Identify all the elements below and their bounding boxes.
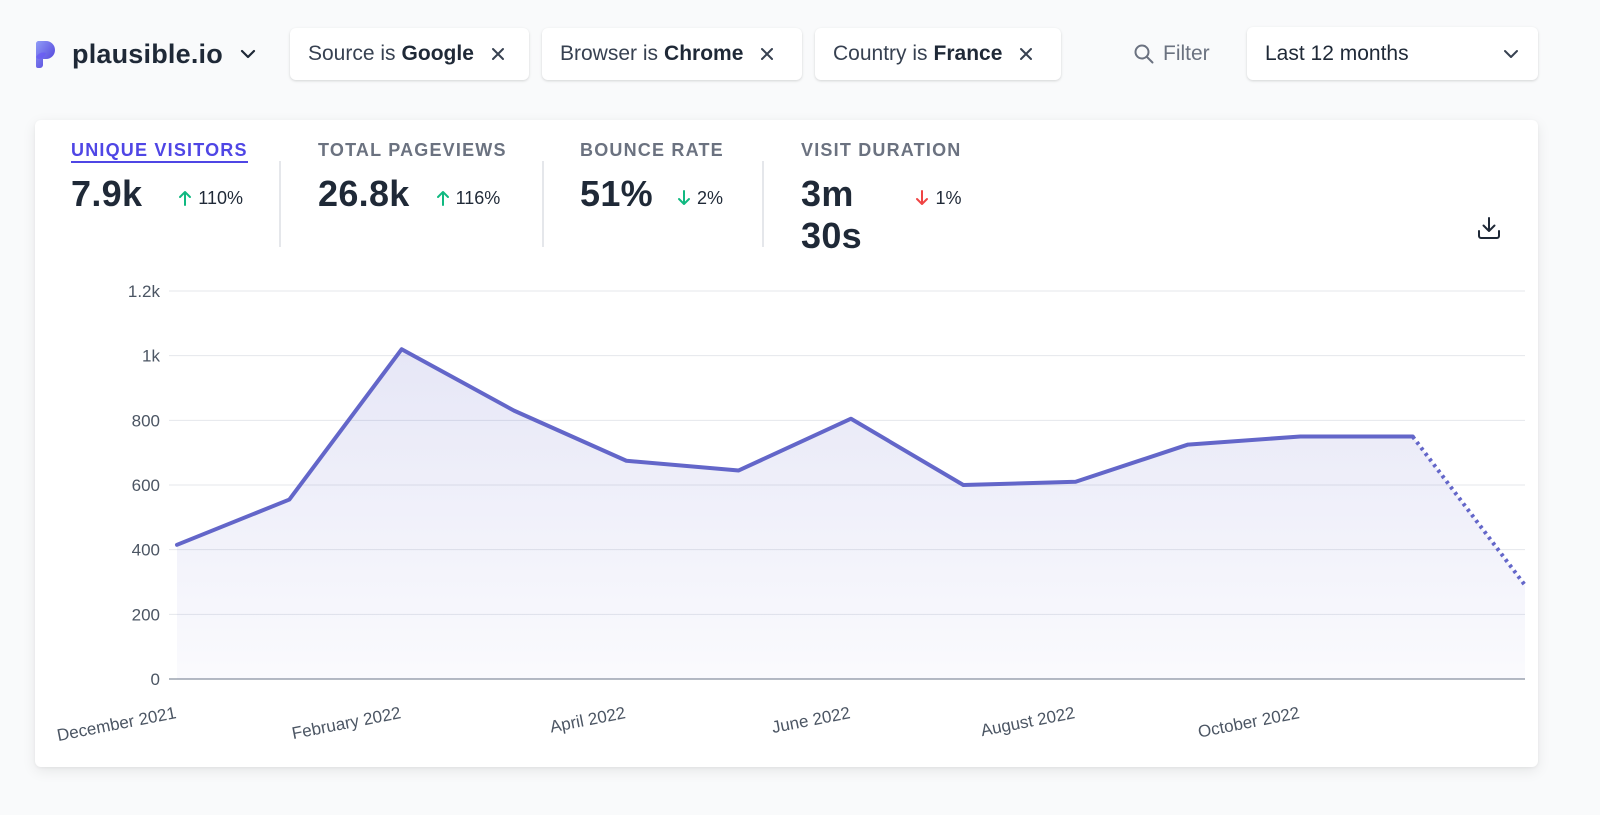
filter-value: Google <box>401 42 474 65</box>
y-tick-label: 600 <box>132 476 160 495</box>
x-tick-label: June 2022 <box>770 703 852 737</box>
period-picker[interactable]: Last 12 months <box>1247 27 1538 80</box>
y-tick-label: 1.2k <box>128 282 161 301</box>
filter-pill-browser[interactable]: Browser is Chrome <box>542 28 802 80</box>
chevron-down-icon <box>1504 49 1518 58</box>
plausible-logo-icon <box>35 41 55 68</box>
y-tick-label: 800 <box>132 411 160 430</box>
close-icon[interactable] <box>1018 46 1034 62</box>
x-tick-label: October 2022 <box>1196 703 1301 741</box>
filter-prefix: Source is <box>308 42 396 65</box>
site-name: plausible.io <box>72 38 223 69</box>
search-icon <box>1134 44 1154 64</box>
filter-button[interactable]: Filter <box>1133 34 1210 74</box>
chevron-down-icon <box>240 49 256 59</box>
main-graph-card: UNIQUE VISITORS 7.9k 110% TOTAL PAGEVIEW… <box>35 120 1538 767</box>
y-tick-label: 200 <box>132 605 160 624</box>
close-icon[interactable] <box>490 46 506 62</box>
y-tick-label: 1k <box>142 347 160 366</box>
filter-pill-country[interactable]: Country is France <box>815 28 1061 80</box>
y-tick-label: 0 <box>151 670 160 689</box>
close-icon[interactable] <box>759 46 775 62</box>
top-bar: plausible.io Source is Google Browser is… <box>0 0 1600 110</box>
filter-prefix: Country is <box>833 42 928 65</box>
x-tick-label: April 2022 <box>548 703 627 736</box>
site-switcher[interactable]: plausible.io <box>34 34 257 74</box>
y-tick-label: 400 <box>132 541 160 560</box>
x-tick-label: February 2022 <box>290 703 402 743</box>
filter-pill-source[interactable]: Source is Google <box>290 28 529 80</box>
filter-value: Chrome <box>664 42 744 65</box>
period-selected: Last 12 months <box>1265 41 1409 65</box>
x-tick-label: December 2021 <box>55 703 177 745</box>
series-area <box>177 349 1525 679</box>
visitors-chart[interactable]: 0 200 400 600 800 1k 1.2k December 2021 February… <box>35 120 1538 767</box>
filter-button-label: Filter <box>1163 42 1210 65</box>
x-tick-label: August 2022 <box>979 703 1076 740</box>
filter-prefix: Browser is <box>560 42 659 65</box>
filter-value: France <box>933 42 1003 65</box>
